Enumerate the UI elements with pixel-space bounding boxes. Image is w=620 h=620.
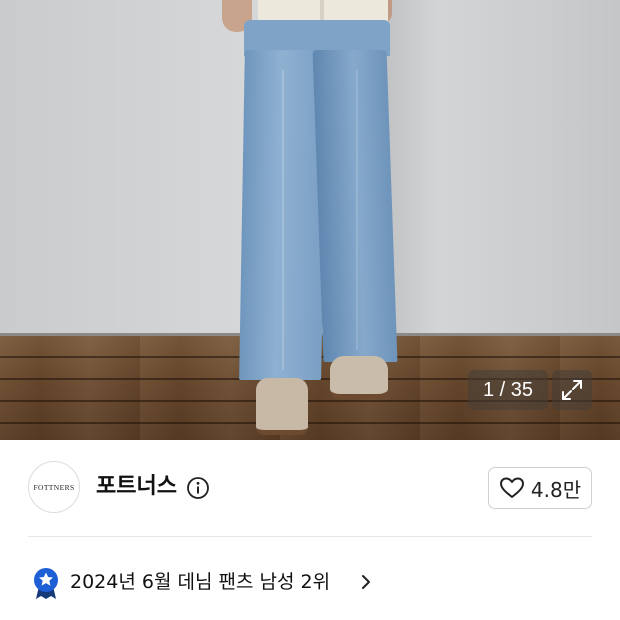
jeans-crease-right bbox=[356, 70, 358, 350]
model-right-shoe bbox=[330, 356, 388, 399]
chevron-right-icon bbox=[362, 575, 370, 589]
section-divider bbox=[28, 536, 592, 537]
jeans-crease-left bbox=[282, 70, 284, 370]
like-count: 4.8만 bbox=[530, 477, 582, 502]
brand-row: FOTTNERS 포트너스 4.8만 bbox=[0, 440, 620, 536]
ranking-row[interactable]: 2024년 6월 데님 팬츠 남성 2위 bbox=[0, 556, 620, 608]
brand-name[interactable]: 포트너스 bbox=[96, 472, 177, 502]
like-button[interactable]: 4.8만 bbox=[488, 467, 592, 509]
model-left-shoe bbox=[256, 378, 308, 435]
brand-logo-text: FOTTNERS bbox=[33, 482, 75, 492]
expand-image-button[interactable] bbox=[552, 370, 592, 410]
image-counter: 1 / 35 bbox=[468, 370, 548, 410]
info-circle-icon[interactable] bbox=[186, 476, 210, 500]
product-image[interactable]: 1 / 35 bbox=[0, 0, 620, 440]
brand-logo[interactable]: FOTTNERS bbox=[28, 461, 80, 513]
expand-arrows-icon bbox=[562, 380, 582, 400]
star-badge-icon bbox=[34, 568, 58, 599]
jeans-right-leg bbox=[312, 50, 398, 362]
ranking-text: 2024년 6월 데님 팬츠 남성 2위 bbox=[70, 571, 331, 593]
heart-outline-icon bbox=[499, 477, 524, 498]
